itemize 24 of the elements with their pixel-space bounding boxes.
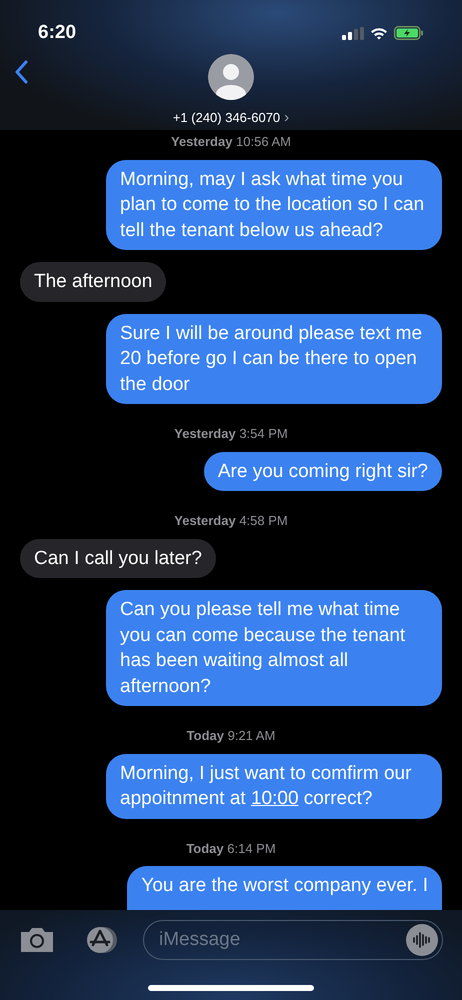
timestamp: Today 6:14 PM (185, 840, 277, 858)
received-message: Can I call you later? (20, 538, 216, 578)
contact-button[interactable]: +1 (240) 346-6070 › (172, 108, 290, 128)
back-chevron-icon[interactable] (14, 60, 28, 84)
sent-message: Are you coming right sir? (204, 452, 442, 491)
message-input-field[interactable]: iMessage (159, 926, 406, 954)
avatar-icon[interactable] (208, 54, 254, 100)
sent-message: Morning, may I ask what time you plan to come to the location so I can tell the tenant below us ahead? (106, 160, 442, 250)
time-link[interactable]: 10:00 (250, 788, 299, 809)
received-message: The afternoon (20, 262, 166, 302)
sent-message: Morning, I just want to comfirm our appoitnment at 10:00 correct? (106, 754, 442, 818)
timestamp: Yesterday 3:54 PM (173, 425, 289, 443)
sent-message: Sure I will be around please text me 20 before go I can be there to open the door (106, 314, 442, 404)
timestamp: Yesterday 10:56 AM (170, 133, 292, 151)
sent-message: Can you please tell me what time you can come because the tenant has been waiting almost all afternoon? (106, 590, 442, 706)
message-bar[interactable]: iMessage (143, 920, 443, 960)
audio-waveform-icon[interactable] (406, 924, 438, 956)
wifi-icon (370, 26, 388, 40)
signal-icon (342, 26, 364, 40)
timestamp: Today 9:21 AM (186, 727, 276, 745)
camera-icon[interactable] (19, 926, 55, 954)
battery-icon (394, 26, 424, 40)
status-time: 6:20 (38, 20, 76, 45)
timestamp: Yesterday 4:58 PM (173, 512, 289, 530)
